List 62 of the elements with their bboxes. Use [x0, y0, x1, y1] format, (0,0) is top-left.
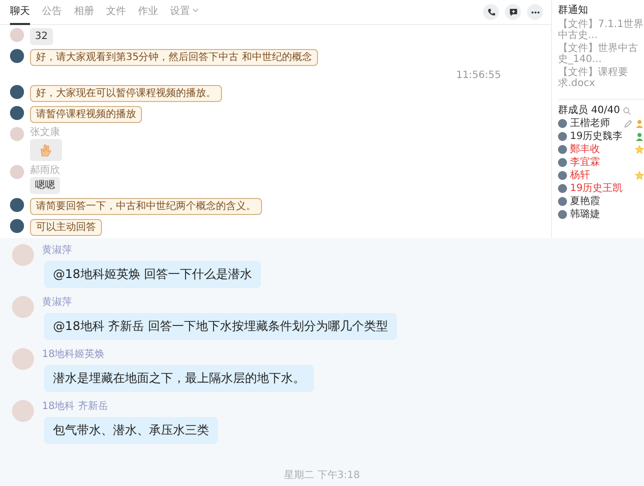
star-icon	[635, 145, 644, 154]
avatar	[12, 244, 34, 266]
hand-sticker-icon	[30, 139, 62, 161]
star-icon	[635, 171, 644, 180]
file-link[interactable]: 【文件】课程要求.docx	[558, 67, 644, 89]
message-bubble: @18地科姬英焕 回答一下什么是潜水	[44, 261, 262, 288]
tab[interactable]: 文件	[106, 0, 126, 24]
message-bubble: 好，大家现在可以暂停课程视频的播放。	[30, 85, 222, 102]
member-name[interactable]: 韩璐婕	[570, 208, 644, 220]
message-bubble: 好，请大家观看到第35分钟，然后回答下中古 和中世纪的概念	[30, 49, 318, 66]
member-name[interactable]: 19历史王凯	[570, 182, 644, 194]
message-bubble: @18地科 齐新岳 回答一下地下水按埋藏条件划分为哪几个类型	[44, 313, 397, 340]
message-bubble: 嗯嗯	[30, 177, 60, 194]
message-bubble: 潜水是埋藏在地面之下，最上隔水层的地下水。	[44, 365, 314, 392]
sender-name: 黄淑萍	[42, 296, 72, 309]
avatar	[10, 127, 24, 141]
timestamp: 11:56:55	[456, 70, 501, 81]
member-name[interactable]: 杨轩	[570, 170, 632, 182]
avatar	[10, 106, 24, 120]
message-bubble: 32	[30, 28, 53, 45]
tab[interactable]: 相册	[74, 0, 94, 24]
person-icon	[635, 132, 644, 141]
member-name[interactable]: 夏艳霞	[570, 196, 644, 208]
date-divider: 星期二 下午3:18	[283, 468, 361, 483]
avatar	[12, 400, 34, 422]
more-icon	[530, 10, 540, 14]
message-bubble: 请简要回答一下，中古和中世纪两个概念的含义。	[30, 198, 262, 215]
sender-name: 18地科 齐新岳	[42, 400, 108, 413]
avatar	[10, 28, 24, 42]
avatar	[12, 296, 34, 318]
file-link[interactable]: 【文件】世界中古史_140...	[558, 43, 644, 65]
tab[interactable]: 设置	[170, 0, 199, 24]
more-button[interactable]	[527, 4, 543, 20]
chat-plus-icon	[508, 8, 518, 16]
sender-name: 郝雨欣	[30, 165, 60, 176]
phone-button[interactable]	[483, 4, 499, 20]
sender-name: 黄淑萍	[42, 244, 72, 257]
avatar	[10, 198, 24, 212]
avatar	[10, 49, 24, 63]
sender-name: 18地科姬英焕	[42, 348, 105, 361]
tab[interactable]: 作业	[138, 0, 158, 24]
sender-name: 张文康	[30, 127, 60, 138]
member-name[interactable]: 王楷老师	[570, 118, 621, 130]
avatar	[12, 348, 34, 370]
members-title: 群成员 40/40	[558, 104, 620, 117]
pencil-icon[interactable]	[624, 120, 632, 128]
tab[interactable]: 公告	[42, 0, 62, 24]
message-bubble: 可以主动回答	[30, 219, 102, 236]
file-link[interactable]: 【文件】7.1.1世界中古史...	[558, 19, 644, 41]
message-bubble: 包气带水、潜水、承压水三类	[44, 417, 218, 444]
member-name[interactable]: 鄭丰收	[570, 144, 632, 156]
avatar	[10, 219, 24, 233]
message-bubble: 请暂停课程视频的播放	[30, 106, 142, 123]
member-name[interactable]: 19历史魏李	[570, 130, 632, 142]
avatar	[10, 85, 24, 99]
tab[interactable]: 聊天	[10, 0, 30, 24]
notice-title: 群通知	[558, 4, 589, 17]
phone-icon	[486, 8, 496, 16]
add-message-button[interactable]	[505, 4, 521, 20]
person-icon	[635, 119, 644, 128]
member-name[interactable]: 李宜霖	[570, 156, 644, 168]
avatar	[10, 165, 24, 179]
